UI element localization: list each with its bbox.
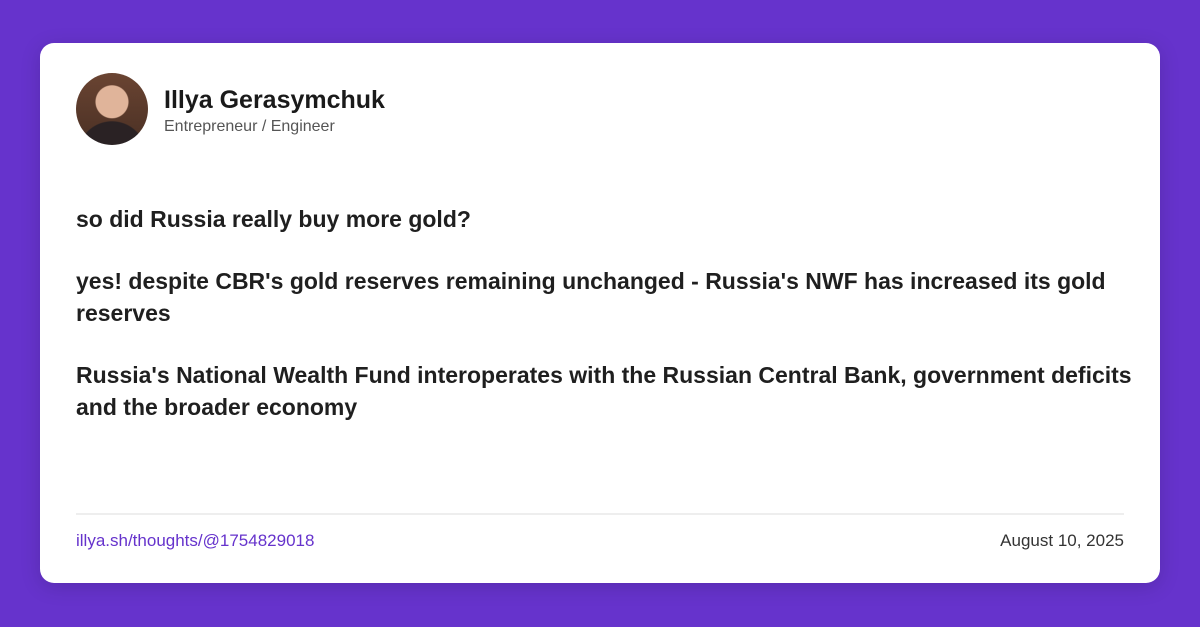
post-paragraph: yes! despite CBR's gold reserves remaini… xyxy=(76,268,1106,326)
divider xyxy=(76,513,1124,515)
author-name: Illya Gerasymchuk xyxy=(164,86,385,114)
post-paragraph: Russia's National Wealth Fund interopera… xyxy=(76,362,1132,420)
post-link[interactable]: illya.sh/thoughts/@1754829018 xyxy=(76,531,314,551)
avatar xyxy=(76,73,148,145)
author-role: Entrepreneur / Engineer xyxy=(164,118,335,135)
post-card: Illya Gerasymchuk Entrepreneur / Enginee… xyxy=(40,43,1160,583)
post-body: so did Russia really buy more gold? yes!… xyxy=(76,203,1136,453)
post-date: August 10, 2025 xyxy=(1000,531,1124,550)
post-paragraph: so did Russia really buy more gold? xyxy=(76,206,471,232)
